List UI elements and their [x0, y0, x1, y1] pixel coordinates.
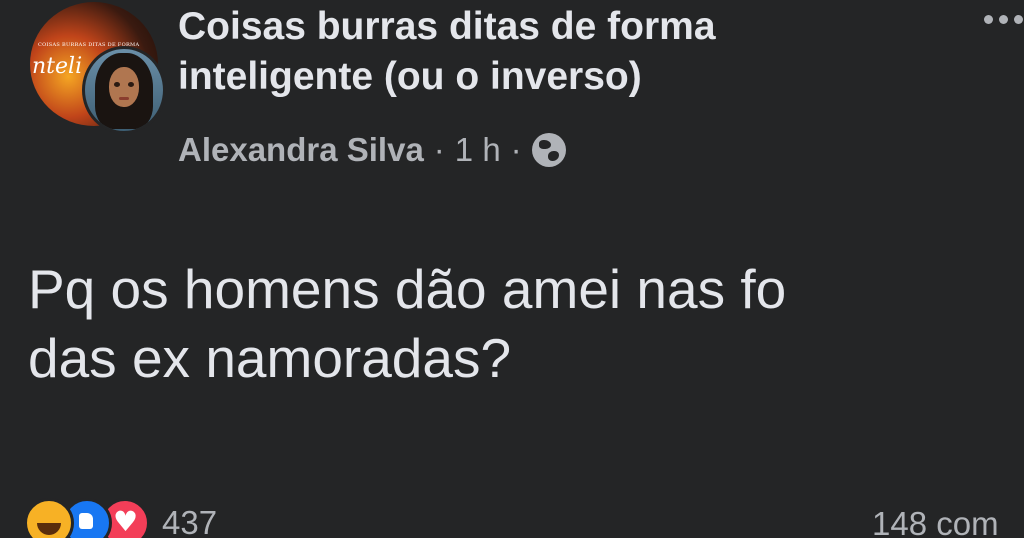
dot: [999, 14, 1008, 24]
haha-icon: [24, 498, 74, 538]
group-name-link[interactable]: Coisas burras ditas de forma inteligente…: [178, 2, 878, 102]
post-text: Pq os homens dão amei nas fo das ex namo…: [28, 255, 1024, 393]
avatar-face: [109, 67, 139, 107]
post-text-line-1: Pq os homens dão amei nas fo: [28, 258, 787, 320]
comments-count-link[interactable]: 148 com: [872, 505, 999, 538]
post-meta: Alexandra Silva · 1 h ·: [178, 128, 566, 172]
post-card: COISAS BURRAS DITAS DE FORMA nteli Coisa…: [0, 0, 1024, 538]
avatar-eye-left: [114, 82, 120, 87]
post-time-link[interactable]: 1 h: [455, 131, 501, 169]
avatar-mouth: [119, 97, 129, 100]
meta-separator: ·: [510, 131, 522, 168]
more-options-icon[interactable]: [984, 12, 1024, 26]
post-text-line-2: das ex namoradas?: [28, 327, 512, 389]
reactions-summary[interactable]: 437: [24, 498, 217, 538]
globe-icon[interactable]: [531, 133, 566, 167]
group-avatar-cursive-text: nteli: [32, 54, 83, 79]
dot: [984, 14, 993, 24]
author-name-link[interactable]: Alexandra Silva: [178, 131, 424, 169]
avatar-eye-right: [128, 82, 134, 87]
meta-separator: ·: [433, 131, 445, 168]
reaction-count[interactable]: 437: [162, 504, 217, 538]
author-avatar[interactable]: [82, 46, 166, 134]
dot: [1014, 14, 1023, 24]
